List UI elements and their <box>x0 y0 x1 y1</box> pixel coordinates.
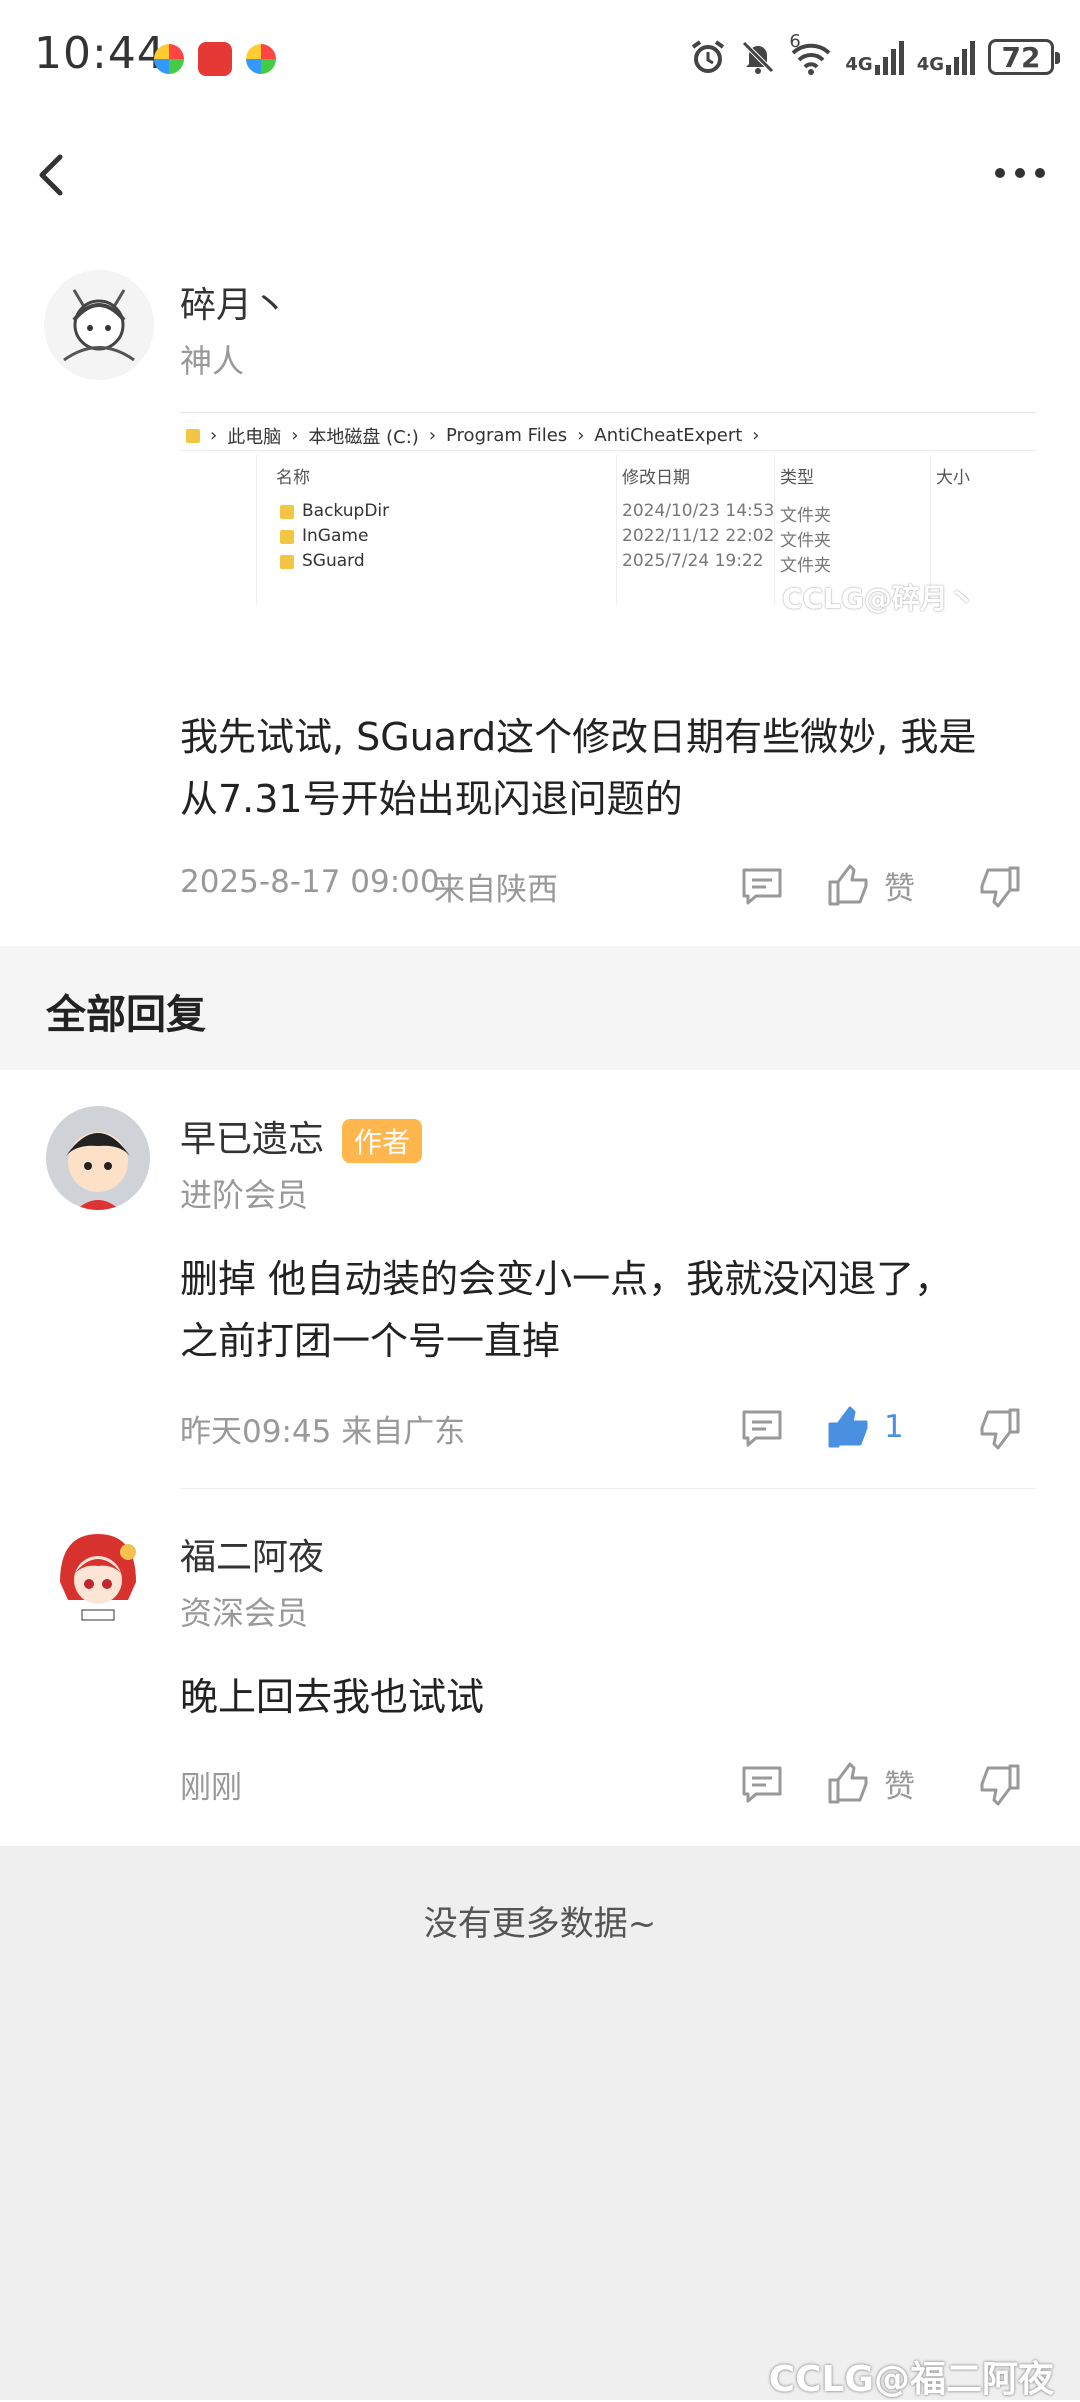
like-count: 1 <box>884 1409 904 1445</box>
reply-text-line: 之前打团一个号一直掉 <box>180 1319 561 1363</box>
app-notification-icon <box>246 44 276 74</box>
path-segment: 本地磁盘 (C:) <box>308 426 419 448</box>
thumbs-up-icon <box>828 864 868 906</box>
cell-signal-icon: 4G <box>845 39 904 75</box>
author-badge: 作者 <box>342 1119 423 1163</box>
post-text-line: 从7.31号开始出现闪退问题的 <box>180 777 683 821</box>
file-type: 文件夹 <box>780 506 831 526</box>
file-type: 文件夹 <box>780 556 831 576</box>
cell-signal-icon: 4G <box>917 39 976 75</box>
status-time: 10:44 <box>34 28 166 79</box>
app-notification-icon <box>198 42 232 76</box>
anime-avatar-icon <box>44 270 154 380</box>
battery-level: 72 <box>1001 40 1041 74</box>
like-label: 赞 <box>884 870 915 907</box>
file-name: SGuard <box>302 551 365 571</box>
dislike-button[interactable] <box>976 1762 1022 1808</box>
folder-icon <box>186 428 200 443</box>
comment-button[interactable] <box>740 1762 784 1806</box>
like-button[interactable]: 1 <box>826 1404 904 1450</box>
wifi-icon: 6 <box>789 31 833 77</box>
attached-screenshot[interactable]: › 此电脑 › 本地磁盘 (C:) › Program Files › Anti… <box>180 412 1036 615</box>
post-location: 来自陕西 <box>434 872 558 908</box>
reply-meta: 昨天09:45 来自广东 <box>180 1414 466 1450</box>
reply-author-name[interactable]: 福二阿夜 <box>180 1528 324 1580</box>
mute-icon <box>742 41 775 74</box>
comment-button[interactable] <box>740 864 784 908</box>
avatar[interactable] <box>46 1522 150 1626</box>
post-text-line: 我先试试, SGuard这个修改日期有些微妙, 我是 <box>180 715 977 759</box>
post-time: 2025-8-17 09:00 <box>180 864 440 900</box>
path-segment: 此电脑 <box>227 426 282 448</box>
app-notification-icon <box>154 44 184 74</box>
divider <box>180 1488 1036 1489</box>
reply-text-line: 晚上回去我也试试 <box>180 1675 485 1719</box>
more-dots-icon <box>995 168 1045 178</box>
file-date: 2022/11/12 22:02 <box>622 526 775 546</box>
thumbs-up-filled-icon <box>828 1406 868 1448</box>
reply-meta: 刚刚 <box>180 1770 242 1806</box>
anime-girl-avatar-icon <box>46 1522 150 1626</box>
watermark: CCLG@福二阿夜 <box>768 2359 1054 2400</box>
dislike-button[interactable] <box>976 1406 1022 1452</box>
thumbs-down-icon <box>980 1764 1020 1806</box>
folder-icon <box>280 555 294 569</box>
post-author-level: 神人 <box>180 342 245 380</box>
status-bar: 10:44 6 4G 4G 72 <box>0 0 1080 120</box>
image-watermark: CCLG@碎月丶 <box>782 582 976 615</box>
column-header: 名称 <box>276 468 310 488</box>
cartoon-avatar-icon <box>46 1106 150 1210</box>
path-segment: Program Files <box>446 425 568 446</box>
like-button[interactable]: 赞 <box>826 1760 915 1806</box>
chevron-left-icon <box>39 154 63 196</box>
file-type: 文件夹 <box>780 531 831 551</box>
thumbs-down-icon <box>980 866 1020 908</box>
alarm-icon <box>692 40 725 73</box>
folder-icon <box>280 530 294 544</box>
reply-author-level: 资深会员 <box>180 1594 309 1632</box>
reply-author-name[interactable]: 早已遗忘 作者 <box>180 1110 423 1163</box>
battery-icon: 72 <box>988 39 1060 75</box>
reply-author-level: 进阶会员 <box>180 1176 309 1214</box>
file-date: 2025/7/24 19:22 <box>622 551 764 571</box>
avatar[interactable] <box>46 1106 150 1210</box>
thumbs-up-icon <box>828 1762 868 1804</box>
section-title: 全部回复 <box>46 992 206 1038</box>
back-button[interactable] <box>30 145 74 205</box>
explorer-path-bar: › 此电脑 › 本地磁盘 (C:) › Program Files › Anti… <box>180 421 1036 451</box>
path-segment: AntiCheatExpert <box>594 425 743 446</box>
column-header: 类型 <box>780 468 814 488</box>
like-label: 赞 <box>884 1768 915 1805</box>
signal-label: 4G <box>916 54 944 75</box>
folder-icon <box>280 505 294 519</box>
thumbs-down-icon <box>980 1408 1020 1450</box>
file-name: InGame <box>302 526 369 546</box>
status-icons: 6 4G 4G 72 <box>689 31 1060 82</box>
wifi-label: 6 <box>789 31 801 52</box>
no-more-data-text: 没有更多数据~ <box>423 1904 657 1944</box>
reply-text-line: 删掉 他自动装的会变小一点，我就没闪退了， <box>180 1257 953 1301</box>
dislike-button[interactable] <box>976 864 1022 910</box>
more-button[interactable] <box>990 158 1050 188</box>
like-button[interactable]: 赞 <box>826 862 915 908</box>
column-header: 大小 <box>936 468 970 488</box>
post-author-name[interactable]: 碎月丶 <box>180 276 288 328</box>
file-date: 2024/10/23 14:53 <box>622 501 775 521</box>
comment-icon <box>742 1766 782 1803</box>
comment-icon <box>742 1410 782 1447</box>
comment-icon <box>742 868 782 905</box>
avatar[interactable] <box>44 270 154 380</box>
column-header: 修改日期 <box>622 468 690 488</box>
signal-label: 4G <box>845 54 873 75</box>
file-name: BackupDir <box>302 501 390 521</box>
comment-button[interactable] <box>740 1406 784 1450</box>
